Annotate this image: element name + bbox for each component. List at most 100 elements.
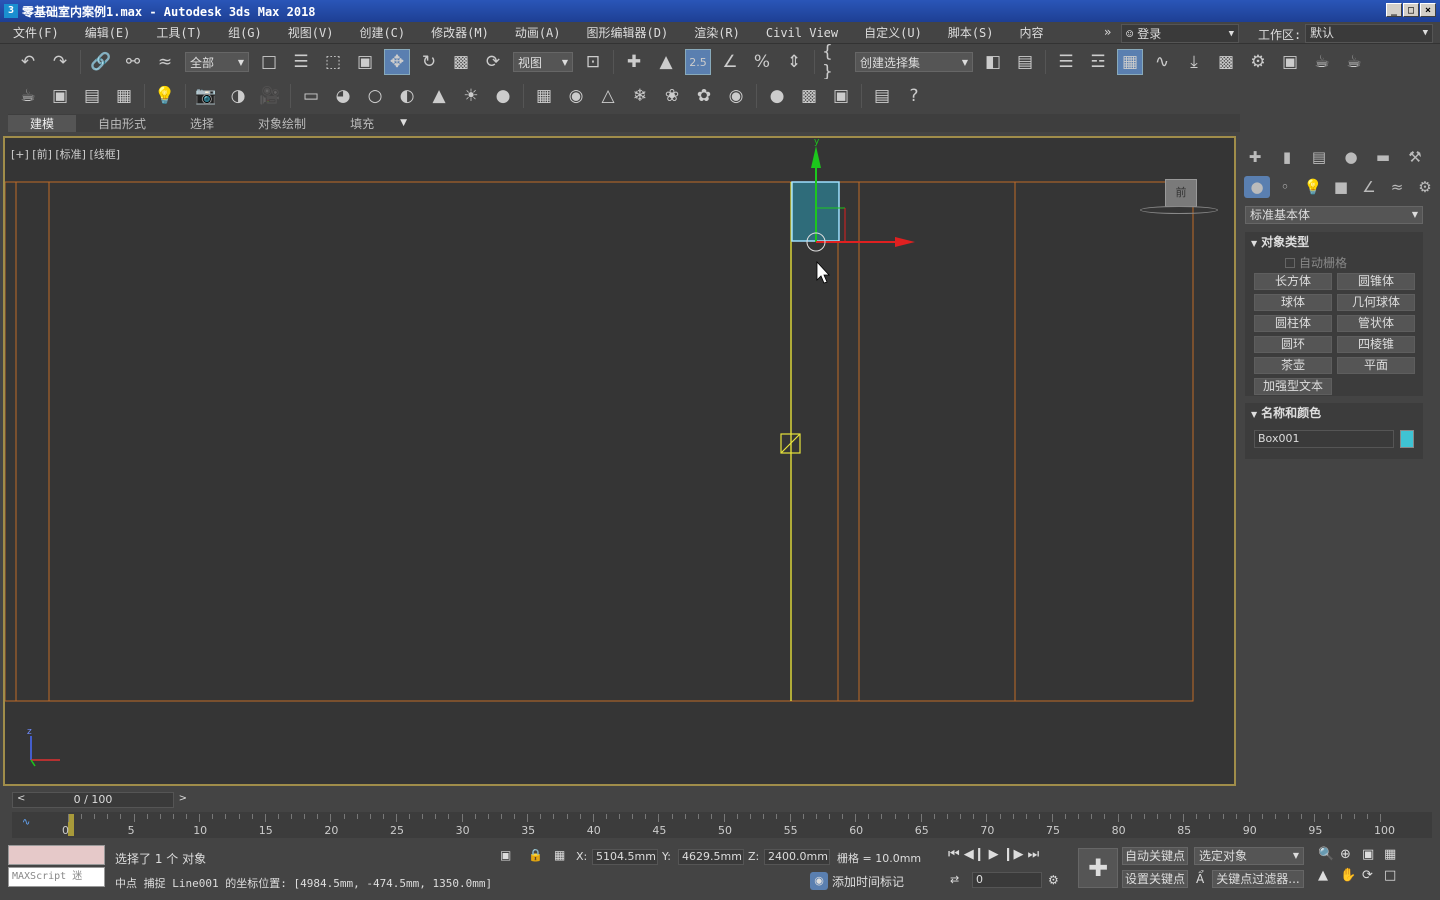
cameras-icon[interactable]: ■	[1328, 176, 1354, 198]
next-frame-icon[interactable]: >	[179, 793, 187, 804]
zoom-all-icon[interactable]: ⊕	[1340, 847, 1362, 862]
undo-icon[interactable]: ↶	[15, 49, 41, 75]
menu-animation[interactable]: 动画(A)	[502, 24, 574, 41]
manipulate-icon[interactable]: ✚	[621, 49, 647, 75]
keyboard-shortcut-icon[interactable]: ▲	[653, 49, 679, 75]
select-scale-icon[interactable]: ▩	[448, 49, 474, 75]
minimize-button[interactable]: _	[1386, 3, 1402, 17]
time-slider[interactable]: < 0 / 100 >	[12, 792, 187, 808]
menu-overflow-icon[interactable]: »	[1104, 25, 1111, 39]
render-iterative-icon[interactable]: ☕	[1341, 49, 1367, 75]
menu-edit[interactable]: 编辑(E)	[72, 24, 144, 41]
texture-icon[interactable]: ▩	[796, 83, 822, 109]
key-mode-icon[interactable]: ⇄	[950, 873, 959, 886]
menu-rendering[interactable]: 渲染(R)	[681, 24, 753, 41]
hierarchy-tab-icon[interactable]: ▤	[1306, 146, 1332, 168]
motion-tab-icon[interactable]: ●	[1338, 146, 1364, 168]
set-key-button[interactable]: 设置关键点	[1122, 870, 1188, 888]
menu-group[interactable]: 组(G)	[215, 24, 275, 41]
shapes-icon[interactable]: ◦	[1272, 176, 1298, 198]
utilities-tab-icon[interactable]: ⚒	[1402, 146, 1428, 168]
sphere-light-icon[interactable]: ○	[362, 83, 388, 109]
set-key-big-icon[interactable]: ✚	[1078, 848, 1118, 888]
maxscript-input[interactable]: MAXScript 迷	[8, 867, 105, 887]
key-filter-dropdown[interactable]: 选定对象 ▼	[1194, 847, 1304, 865]
viewport-front[interactable]: [+] [前] [标准] [线框] y z 前	[3, 136, 1236, 786]
close-button[interactable]: ×	[1420, 3, 1436, 17]
layer-explorer-icon[interactable]: ☲	[1085, 49, 1111, 75]
prev-key-icon[interactable]: ◀❙	[964, 847, 985, 862]
help-icon[interactable]: ?	[901, 83, 927, 109]
goto-end-icon[interactable]: ⏭	[1027, 847, 1039, 862]
render-production-icon[interactable]: ☕	[1309, 49, 1335, 75]
menu-tools[interactable]: 工具(T)	[143, 24, 215, 41]
x-coordinate-input[interactable]: 5104.5mm	[592, 849, 658, 865]
ref-coord-dropdown[interactable]: 视图 ▼	[513, 52, 573, 72]
object-color-swatch[interactable]	[1400, 430, 1414, 448]
hair-icon[interactable]: ✿	[691, 83, 717, 109]
auto-grid-checkbox[interactable]: 自动栅格	[1285, 254, 1347, 271]
field-of-view-icon[interactable]: ▲	[1318, 868, 1340, 883]
material-editor-icon[interactable]: ▩	[1213, 49, 1239, 75]
ribbon-menu-icon[interactable]: ▼	[400, 118, 407, 128]
maximize-button[interactable]: □	[1403, 3, 1419, 17]
link-icon[interactable]: 🔗	[88, 49, 114, 75]
spacewarps-icon[interactable]: ≈	[1384, 176, 1410, 198]
menu-content[interactable]: 内容	[1007, 24, 1057, 41]
snap-toggle-icon[interactable]: 2.5	[685, 49, 711, 75]
teapot-button[interactable]: 茶壶	[1254, 357, 1332, 374]
orbit-icon[interactable]: ⟳	[1362, 868, 1384, 883]
menu-graph-editors[interactable]: 图形编辑器(D)	[574, 24, 682, 41]
zoom-extents-all-icon[interactable]: ▦	[1384, 847, 1406, 862]
mirror-icon[interactable]: ◧	[980, 49, 1006, 75]
tab-populate[interactable]: 填充	[328, 115, 396, 132]
sun-light-icon[interactable]: ◑	[225, 83, 251, 109]
geometry-icon[interactable]: ●	[1244, 176, 1270, 198]
grass-icon[interactable]: ❀	[659, 83, 685, 109]
export-icon[interactable]: ▤	[869, 83, 895, 109]
menu-customize[interactable]: 自定义(U)	[851, 24, 935, 41]
maximize-viewport-icon[interactable]: □	[1384, 868, 1406, 883]
spinner-snap-icon[interactable]: ⇕	[781, 49, 807, 75]
named-selection-dropdown[interactable]: 创建选择集 ▼	[855, 52, 973, 72]
tab-object-paint[interactable]: 对象绘制	[236, 115, 328, 132]
sphere-fade-icon[interactable]: ◉	[563, 83, 589, 109]
modify-tab-icon[interactable]: ▮	[1274, 146, 1300, 168]
menu-civil-view[interactable]: Civil View	[753, 26, 851, 40]
current-frame-input[interactable]: 0	[972, 872, 1042, 888]
display-tab-icon[interactable]: ▬	[1370, 146, 1396, 168]
sphere-button[interactable]: 球体	[1254, 294, 1332, 311]
viewcube-ring[interactable]	[1140, 206, 1218, 214]
name-color-header[interactable]: ▼ 名称和颜色	[1245, 403, 1423, 423]
lights-icon[interactable]: 💡	[1300, 176, 1326, 198]
camera-icon[interactable]: 📷	[193, 83, 219, 109]
viewcube[interactable]: 前	[1165, 179, 1197, 207]
textplus-button[interactable]: 加强型文本	[1254, 378, 1332, 395]
spot-light-icon[interactable]: ▲	[426, 83, 452, 109]
maxscript-listener-mini[interactable]	[8, 845, 105, 865]
object-type-header[interactable]: ▼ 对象类型	[1245, 232, 1423, 252]
create-tab-icon[interactable]: ✚	[1242, 146, 1268, 168]
isolate-icon[interactable]: ▣	[500, 848, 511, 862]
plane-light-icon[interactable]: ▭	[298, 83, 324, 109]
category-dropdown[interactable]: 标准基本体 ▼	[1245, 206, 1423, 224]
geosphere-button[interactable]: 几何球体	[1337, 294, 1415, 311]
tab-selection[interactable]: 选择	[168, 115, 236, 132]
mesh-icon[interactable]: ◉	[723, 83, 749, 109]
sun-icon[interactable]: ☀	[458, 83, 484, 109]
tab-freeform[interactable]: 自由形式	[76, 115, 168, 132]
pivot-center-icon[interactable]: ⊡	[580, 49, 606, 75]
tube-button[interactable]: 管状体	[1337, 315, 1415, 332]
align-icon[interactable]: ▤	[1012, 49, 1038, 75]
proxy-icon[interactable]: ▦	[531, 83, 557, 109]
rect-selection-icon[interactable]: ⬚	[320, 49, 346, 75]
box-button[interactable]: 长方体	[1254, 273, 1332, 290]
menu-create[interactable]: 创建(C)	[346, 24, 418, 41]
plane-button[interactable]: 平面	[1337, 357, 1415, 374]
unlink-icon[interactable]: ⚯	[120, 49, 146, 75]
select-place-icon[interactable]: ⟳	[480, 49, 506, 75]
dome-light-icon[interactable]: ◕	[330, 83, 356, 109]
pan-icon[interactable]: ✋	[1340, 868, 1362, 883]
select-by-name-icon[interactable]: ☰	[288, 49, 314, 75]
menu-scripting[interactable]: 脚本(S)	[935, 24, 1007, 41]
